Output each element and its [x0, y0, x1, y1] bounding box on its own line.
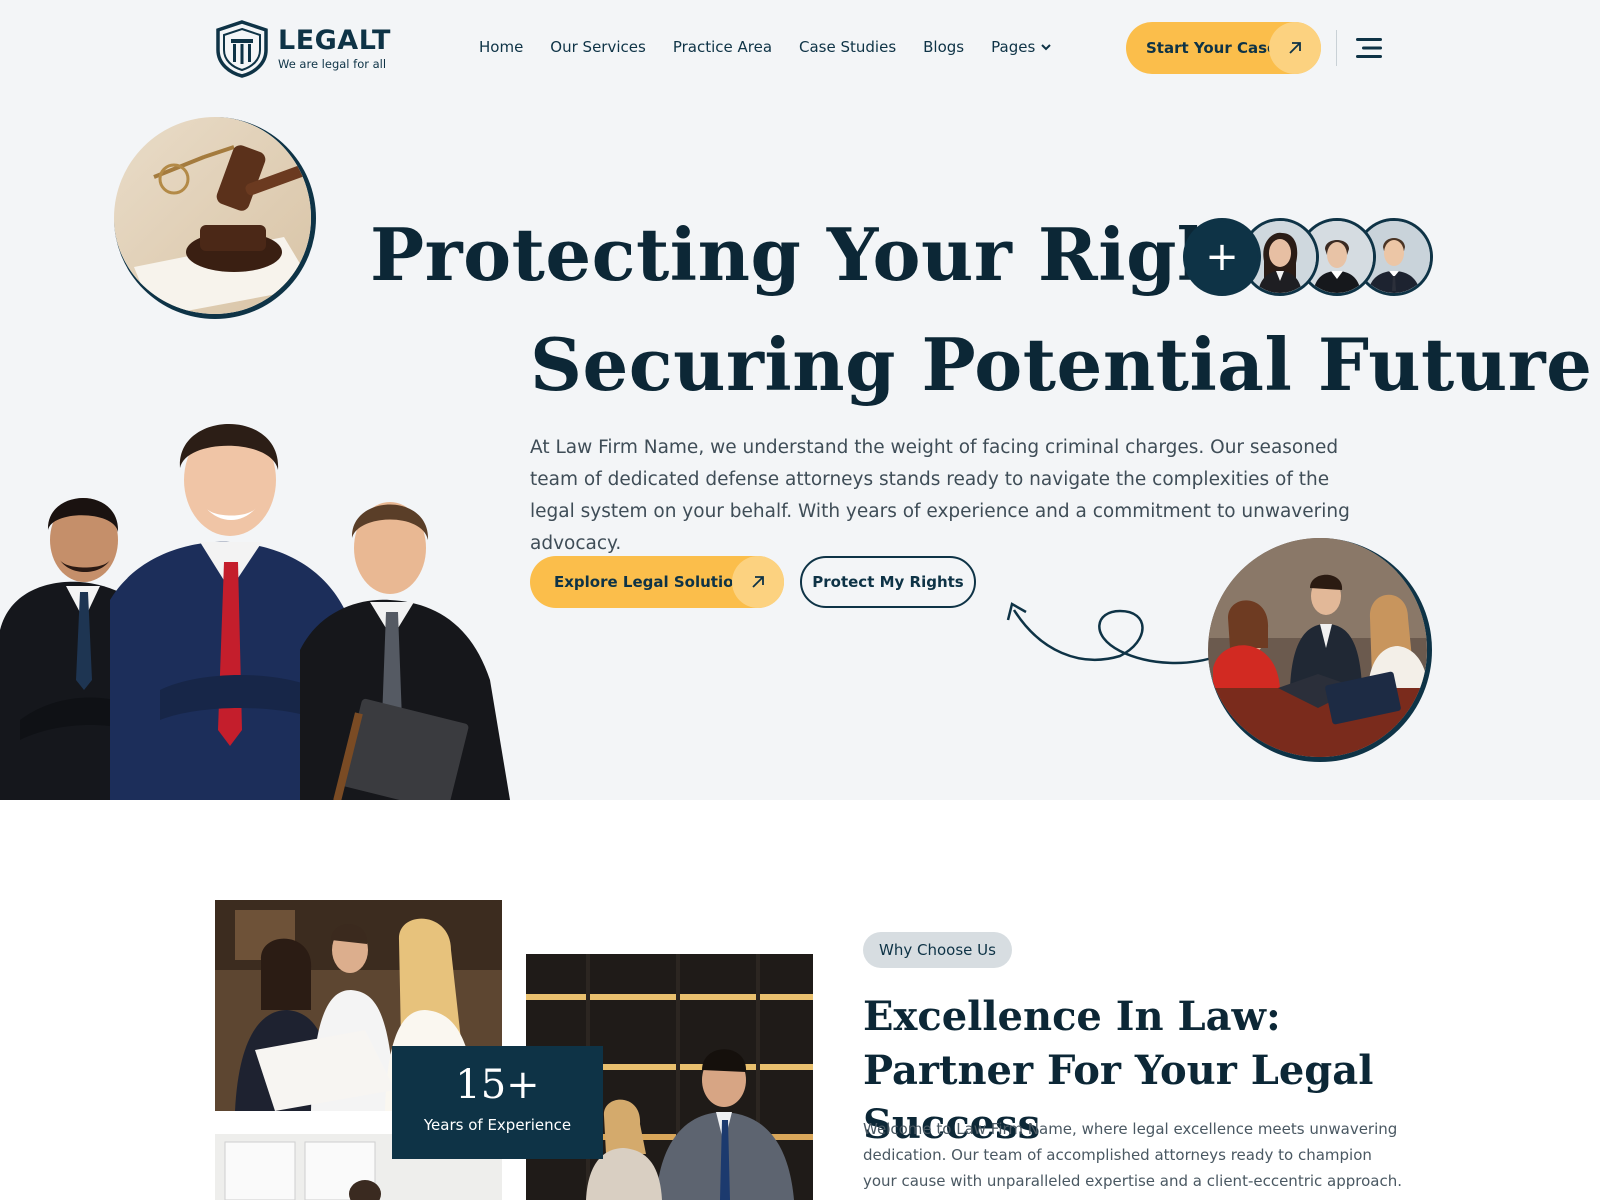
team-meeting-image — [1208, 538, 1432, 762]
nav-label: Our Services — [550, 38, 646, 56]
main-nav: Home Our Services Practice Area Case Stu… — [479, 38, 1078, 56]
experience-number: 15+ — [455, 1062, 540, 1108]
cta-label: Start Your Case — [1146, 39, 1278, 57]
arrow-up-right-icon — [732, 556, 784, 608]
button-label: Explore Legal Solutions — [554, 573, 754, 591]
arrow-up-right-icon — [1269, 22, 1321, 74]
hero-description: At Law Firm Name, we understand the weig… — [530, 437, 1350, 554]
explore-legal-solutions-button[interactable]: Explore Legal Solutions — [530, 556, 784, 608]
experience-card: 15+ Years of Experience — [392, 1046, 603, 1159]
section-badge: Why Choose Us — [863, 932, 1012, 968]
chevron-down-icon — [1041, 43, 1051, 50]
nav-item-case-studies[interactable]: Case Studies — [799, 38, 896, 56]
shield-logo-icon — [216, 20, 268, 78]
hamburger-menu-icon[interactable] — [1356, 36, 1382, 60]
nav-label: Case Studies — [799, 38, 897, 56]
header-divider — [1336, 30, 1337, 66]
brand-name: LEGALT — [278, 25, 391, 56]
nav-item-blogs[interactable]: Blogs — [923, 38, 964, 56]
protect-my-rights-button[interactable]: Protect My Rights — [800, 556, 976, 608]
hero-headline-line2: Securing Potential Future — [530, 322, 1593, 407]
plus-icon[interactable]: + — [1183, 218, 1261, 296]
nav-item-home[interactable]: Home — [479, 38, 523, 56]
gavel-image — [114, 117, 316, 319]
start-your-case-button[interactable]: Start Your Case — [1126, 22, 1321, 74]
nav-label: Pages — [991, 38, 1036, 56]
brand-tagline: We are legal for all — [278, 57, 387, 71]
nav-label: Practice Area — [672, 38, 773, 56]
button-label: Protect My Rights — [812, 573, 964, 591]
brand-logo[interactable]: LEGALT We are legal for all — [214, 20, 391, 78]
nav-label: Home — [479, 38, 524, 56]
section-description: Welcome to Law Firm Name, where legal ex… — [863, 1120, 1403, 1190]
experience-label: Years of Experience — [423, 1116, 572, 1134]
hero-headline-line1: Protecting Your Rights — [370, 212, 1305, 297]
decorative-arrow-icon — [1006, 602, 1219, 665]
nav-item-practice-area[interactable]: Practice Area — [673, 38, 772, 56]
nav-label: Blogs — [923, 38, 965, 56]
hero-section: LEGALT We are legal for all Home Our Ser… — [0, 0, 1600, 800]
nav-item-pages[interactable]: Pages — [991, 38, 1051, 56]
attorneys-group-image — [0, 390, 530, 800]
nav-item-our-services[interactable]: Our Services — [550, 38, 646, 56]
